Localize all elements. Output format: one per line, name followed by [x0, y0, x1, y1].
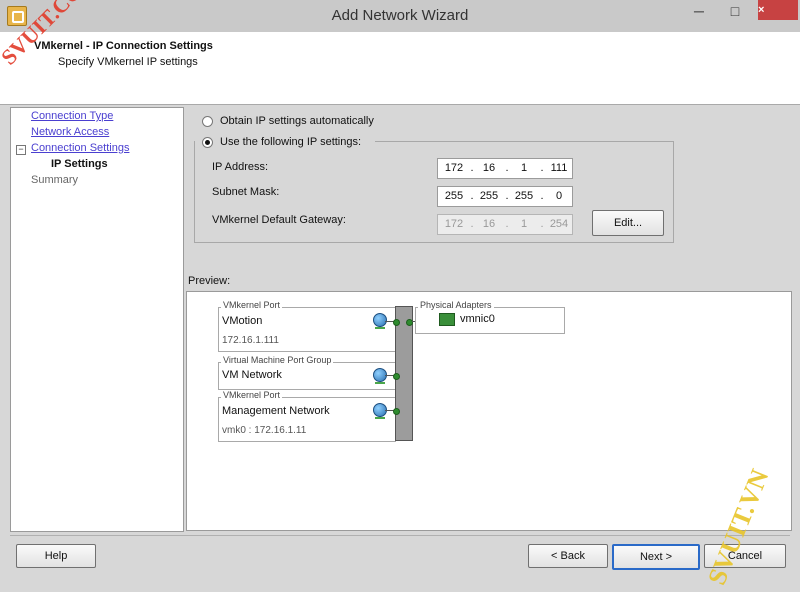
port-dot-icon — [393, 408, 400, 415]
ip-octet: 111 — [550, 162, 568, 174]
collapse-icon[interactable]: − — [16, 145, 26, 155]
port-group-vm-network: VM Network — [218, 362, 396, 390]
gateway-octet: 16 — [482, 218, 496, 230]
maximize-button[interactable]: □ — [722, 2, 748, 20]
nav-item-summary: Summary — [31, 174, 79, 186]
port-group-legend: VMkernel Port — [221, 390, 283, 400]
footer-separator — [10, 535, 790, 536]
main-pane: Obtain IP settings automatically Use the… — [186, 107, 792, 531]
page-title: VMkernel - IP Connection Settings — [34, 40, 213, 52]
title-bar: Add Network Wizard ─ □ × — [0, 0, 800, 33]
port-dot-icon — [393, 373, 400, 380]
gateway-octet: 172 — [444, 218, 464, 230]
gateway-octet: 1 — [520, 218, 528, 230]
nic-card-icon — [439, 313, 455, 326]
page-subtitle: Specify VMkernel IP settings — [58, 56, 198, 68]
use-following-label: Use the following IP settings: — [220, 136, 362, 148]
obtain-auto-radio[interactable] — [202, 116, 213, 127]
ip-octet: 1 — [520, 162, 528, 174]
ip-octet: 172 — [444, 162, 464, 174]
port-group-legend: Virtual Machine Port Group — [221, 355, 334, 365]
back-button[interactable]: < Back — [528, 544, 608, 568]
mask-octet: 255 — [444, 190, 464, 202]
gateway-dot: . — [470, 218, 474, 230]
wizard-steps-nav: Connection Type Network Access − Connect… — [10, 107, 184, 532]
gateway-octet: 254 — [549, 218, 569, 230]
port-dot-icon — [393, 319, 400, 326]
nav-item-ip-settings: IP Settings — [51, 158, 108, 170]
gateway-label: VMkernel Default Gateway: — [212, 214, 346, 226]
wizard-header: VMkernel - IP Connection Settings Specif… — [0, 32, 800, 105]
window-title: Add Network Wizard — [331, 7, 469, 24]
use-following-radio[interactable] — [202, 137, 213, 148]
ip-address-label: IP Address: — [212, 161, 269, 173]
nav-item-connection-type[interactable]: Connection Type — [31, 110, 113, 122]
gateway-field: 172 . 16 . 1 . 254 — [437, 214, 573, 235]
nic-name: vmnic0 — [460, 313, 495, 325]
ip-dot: . — [540, 162, 544, 174]
close-button[interactable]: × — [758, 0, 798, 20]
subnet-mask-field[interactable]: 255 . 255 . 255 . 0 — [437, 186, 573, 207]
gateway-dot: . — [540, 218, 544, 230]
port-group-ip: 172.16.1.111 — [222, 335, 279, 346]
ip-settings-group: Use the following IP settings: IP Addres… — [194, 134, 674, 243]
port-group-ip: vmk0 : 172.16.1.11 — [222, 425, 307, 436]
mask-octet: 255 — [479, 190, 499, 202]
mask-dot: . — [505, 190, 509, 202]
nav-item-network-access[interactable]: Network Access — [31, 126, 109, 138]
physical-adapters-legend: Physical Adapters — [418, 300, 494, 310]
mask-octet: 0 — [555, 190, 563, 202]
preview-label: Preview: — [188, 275, 231, 287]
network-globe-icon — [373, 313, 387, 329]
edit-gateway-button[interactable]: Edit... — [592, 210, 664, 236]
port-group-vmotion: VMotion 172.16.1.111 — [218, 307, 396, 352]
gateway-dot: . — [505, 218, 509, 230]
ip-dot: . — [505, 162, 509, 174]
ip-octet: 16 — [482, 162, 496, 174]
help-button[interactable]: Help — [16, 544, 96, 568]
mask-octet: 255 — [514, 190, 534, 202]
next-button[interactable]: Next > — [612, 544, 700, 570]
ip-dot: . — [470, 162, 474, 174]
preview-panel: VMotion 172.16.1.111 VMkernel Port VM Ne… — [186, 291, 792, 531]
mask-dot: . — [470, 190, 474, 202]
obtain-auto-label: Obtain IP settings automatically — [220, 115, 374, 127]
port-group-name: VM Network — [222, 369, 282, 381]
port-group-name: Management Network — [222, 405, 330, 417]
nav-item-connection-settings[interactable]: Connection Settings — [31, 142, 129, 154]
port-group-management: Management Network vmk0 : 172.16.1.11 — [218, 397, 396, 442]
mask-dot: . — [540, 190, 544, 202]
physical-adapters-group: vmnic0 — [415, 307, 565, 334]
port-group-name: VMotion — [222, 315, 263, 327]
minimize-button[interactable]: ─ — [686, 2, 712, 20]
ip-address-field[interactable]: 172 . 16 . 1 . 111 — [437, 158, 573, 179]
port-group-legend: VMkernel Port — [221, 300, 283, 310]
subnet-mask-label: Subnet Mask: — [212, 186, 280, 198]
